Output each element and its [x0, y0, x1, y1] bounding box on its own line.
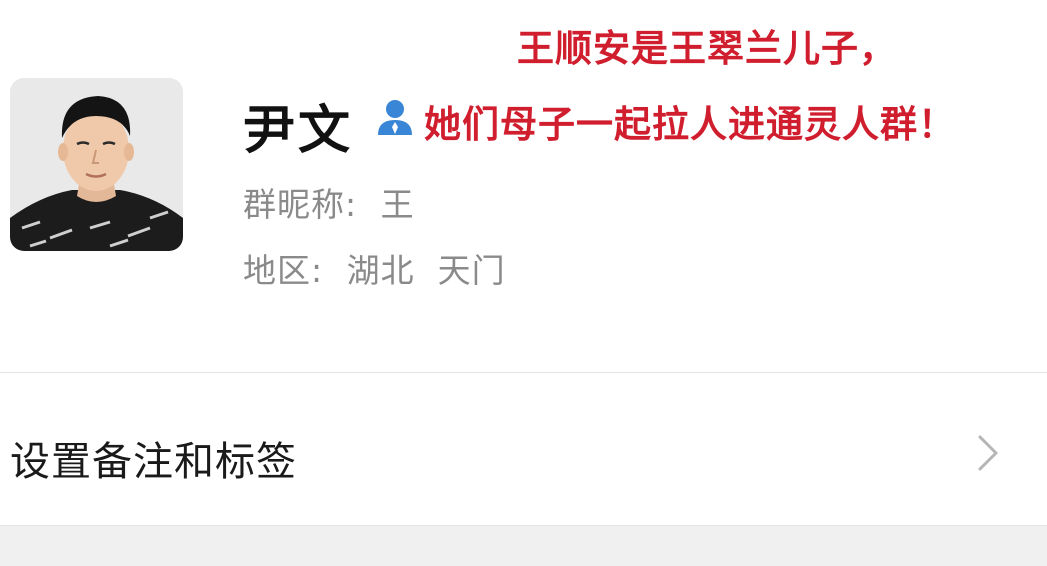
- person-icon: [378, 100, 412, 135]
- group-nickname-label: 群昵称:: [243, 185, 358, 224]
- region-row: 地区: 湖北 天门: [243, 244, 506, 292]
- section-separator-band: [0, 525, 1047, 566]
- group-nickname-row: 群昵称: 王: [243, 178, 415, 226]
- region-value: 湖北 天门: [346, 251, 506, 290]
- group-nickname-value: 王: [380, 185, 415, 224]
- chevron-right-icon: [978, 435, 998, 471]
- avatar-photo: [10, 78, 183, 251]
- profile-name: 尹文: [243, 101, 354, 161]
- red-annotation-line-1: 王顺安是王翠兰儿子，: [517, 27, 897, 70]
- region-label: 地区:: [243, 251, 324, 290]
- contact-profile-page: 王顺安是王翠兰儿子， 她们母子一起拉人进通灵人群！ 尹文 群昵称: 王 地区: …: [0, 0, 1047, 566]
- set-remarks-and-tags-label: 设置备注和标签: [10, 439, 297, 485]
- avatar[interactable]: [10, 78, 183, 251]
- red-annotation-line-2: 她们母子一起拉人进通灵人群！: [424, 103, 956, 146]
- set-remarks-and-tags-row[interactable]: 设置备注和标签: [0, 373, 1047, 525]
